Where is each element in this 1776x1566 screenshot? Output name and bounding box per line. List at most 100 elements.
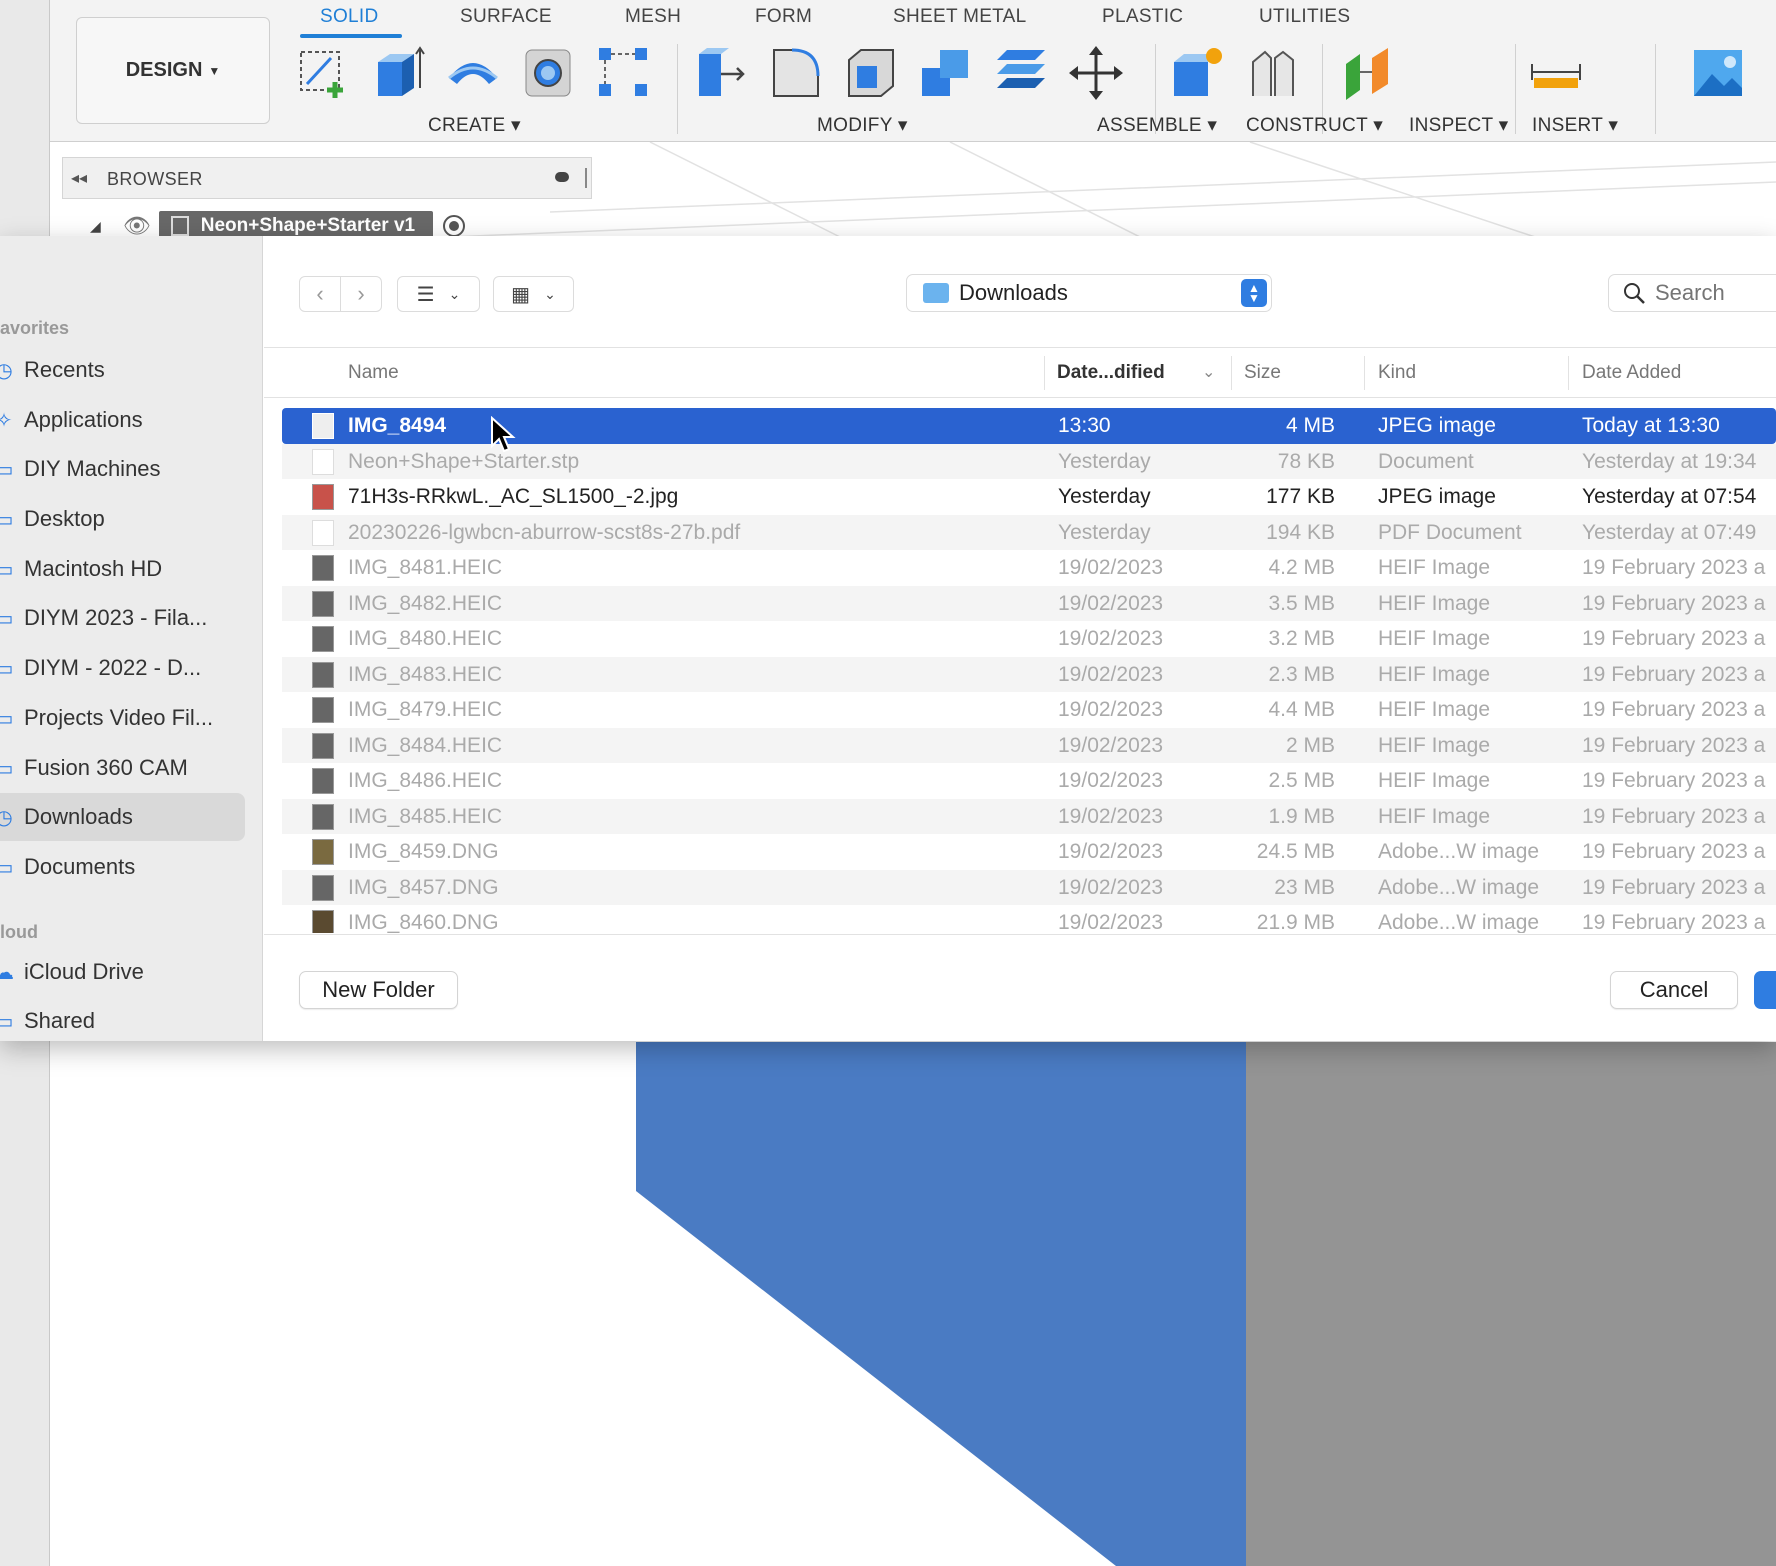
sidebar-item-diym-2022[interactable]: ▭ DIYM - 2022 - D...	[0, 644, 245, 692]
list-view-button[interactable]: ☰ ⌄	[397, 276, 480, 312]
location-popup[interactable]: Downloads ▲ ▼	[906, 274, 1272, 312]
modify-menu[interactable]: MODIFY ▾	[817, 114, 908, 137]
cancel-button[interactable]: Cancel	[1610, 971, 1738, 1009]
sidebar-item-diym-2023[interactable]: ▭ DIYM 2023 - Fila...	[0, 594, 245, 642]
move-icon[interactable]	[1068, 44, 1124, 102]
sidebar-item-fusion-360-cam[interactable]: ▭ Fusion 360 CAM	[0, 744, 245, 792]
pattern-icon[interactable]	[595, 44, 651, 102]
sidebar-item-shared[interactable]: ▭ Shared	[0, 997, 245, 1041]
file-row[interactable]: 20230226-lgwbcn-aburrow-scst8s-27b.pdf Y…	[282, 514, 1776, 550]
open-button[interactable]	[1754, 971, 1776, 1009]
fillet-icon[interactable]	[768, 44, 824, 102]
offset-face-icon[interactable]	[993, 44, 1049, 102]
sidebar-item-downloads[interactable]: ◷ Downloads	[0, 793, 245, 841]
joint-icon[interactable]	[1245, 44, 1301, 102]
combine-icon[interactable]	[918, 44, 974, 102]
revolve-icon[interactable]	[445, 44, 501, 102]
insert-image-icon[interactable]	[1690, 44, 1746, 102]
file-name: IMG_8486.HEIC	[348, 769, 503, 792]
downloads-icon: ◷	[0, 805, 16, 830]
shared-folder-icon: ▭	[0, 1009, 16, 1034]
file-row[interactable]: IMG_8480.HEIC 19/02/2023 3.2 MB HEIF Ima…	[282, 621, 1776, 657]
file-list-header: Name Date...dified ⌄ Size Kind Date Adde…	[264, 348, 1776, 398]
expand-triangle-icon[interactable]: ◢	[90, 218, 101, 235]
sidebar-item-diy-machines[interactable]: ▭ DIY Machines	[0, 445, 245, 493]
file-list[interactable]: IMG_8494 13:30 4 MB JPEG image Today at …	[282, 408, 1776, 933]
file-date-added: 19 February 2023 a	[1582, 698, 1766, 721]
hole-icon[interactable]	[520, 44, 576, 102]
design-workspace-button[interactable]: DESIGN ▼	[76, 17, 270, 124]
file-date: 19/02/2023	[1058, 627, 1164, 650]
file-date-added: Yesterday at 07:54	[1582, 485, 1757, 508]
file-date-added: 19 February 2023 a	[1582, 769, 1766, 792]
file-size: 194 KB	[1266, 520, 1335, 544]
file-name: IMG_8485.HEIC	[348, 804, 503, 828]
search-field[interactable]	[1608, 274, 1776, 312]
file-row[interactable]: IMG_8457.DNG 19/02/2023 23 MB Adobe...W …	[282, 869, 1776, 905]
new-component-icon[interactable]	[1170, 44, 1226, 102]
file-row[interactable]: IMG_8459.DNG 19/02/2023 24.5 MB Adobe...…	[282, 834, 1776, 870]
file-kind: HEIF Image	[1378, 556, 1491, 579]
tab-solid[interactable]: SOLID	[320, 6, 379, 28]
column-kind[interactable]: Kind	[1378, 362, 1416, 384]
column-size[interactable]: Size	[1244, 362, 1281, 384]
file-name: IMG_8494	[348, 414, 447, 437]
file-row[interactable]: IMG_8482.HEIC 19/02/2023 3.5 MB HEIF Ima…	[282, 585, 1776, 621]
tab-sheet-metal[interactable]: SHEET METAL	[893, 6, 1027, 28]
forward-button[interactable]: ›	[340, 276, 382, 312]
inspect-menu[interactable]: INSPECT ▾	[1409, 114, 1509, 137]
search-input[interactable]	[1655, 280, 1776, 306]
tab-mesh[interactable]: MESH	[625, 6, 681, 28]
new-folder-button[interactable]: New Folder	[299, 971, 458, 1009]
file-row[interactable]: IMG_8484.HEIC 19/02/2023 2 MB HEIF Image…	[282, 727, 1776, 763]
measure-icon[interactable]	[1528, 44, 1584, 102]
sidebar-item-icloud-drive[interactable]: ☁ iCloud Drive	[0, 948, 245, 996]
extrude-icon[interactable]	[370, 44, 426, 102]
file-row[interactable]: 71H3s-RRkwL._AC_SL1500_-2.jpg Yesterday …	[282, 479, 1776, 515]
sidebar-item-macintosh-hd[interactable]: ▭ Macintosh HD	[0, 545, 245, 593]
column-date-modified[interactable]: Date...dified	[1057, 362, 1165, 384]
sidebar-item-recents[interactable]: ◷ Recents	[0, 346, 245, 394]
tab-utilities[interactable]: UTILITIES	[1259, 6, 1350, 28]
chevron-down-icon: ▼	[208, 63, 221, 78]
document-name: Neon+Shape+Starter v1	[200, 215, 416, 236]
activate-radio-icon[interactable]	[443, 215, 466, 237]
file-row[interactable]: IMG_8486.HEIC 19/02/2023 2.5 MB HEIF Ima…	[282, 763, 1776, 799]
sidebar-item-desktop[interactable]: ▭ Desktop	[0, 495, 245, 543]
file-date: 19/02/2023	[1058, 733, 1164, 757]
column-divider	[1568, 356, 1569, 390]
column-name[interactable]: Name	[348, 362, 399, 384]
group-view-button[interactable]: ▦ ⌄	[493, 276, 574, 312]
assemble-menu[interactable]: ASSEMBLE ▾	[1097, 114, 1217, 137]
tab-plastic[interactable]: PLASTIC	[1102, 6, 1183, 28]
create-sketch-icon[interactable]	[295, 44, 351, 102]
file-row[interactable]: IMG_8483.HEIC 19/02/2023 2.3 MB HEIF Ima…	[282, 656, 1776, 692]
tab-form[interactable]: FORM	[755, 6, 812, 28]
file-row[interactable]: IMG_8479.HEIC 19/02/2023 4.4 MB HEIF Ima…	[282, 692, 1776, 728]
insert-menu[interactable]: INSERT ▾	[1532, 114, 1618, 137]
sidebar-item-documents[interactable]: ▭ Documents	[0, 843, 245, 891]
panel-resize-handle[interactable]	[585, 168, 587, 188]
file-date-added: 19 February 2023 a	[1582, 662, 1766, 686]
collapse-panel-icon[interactable]: ◂◂	[71, 168, 87, 188]
sidebar-item-projects-video[interactable]: ▭ Projects Video Fil...	[0, 694, 245, 742]
file-row[interactable]: IMG_8460.DNG 19/02/2023 21.9 MB Adobe...…	[282, 905, 1776, 933]
press-pull-icon[interactable]	[693, 44, 749, 102]
disk-icon: ▭	[0, 557, 16, 582]
file-row[interactable]: IMG_8485.HEIC 19/02/2023 1.9 MB HEIF Ima…	[282, 798, 1776, 834]
search-icon	[1624, 283, 1645, 304]
offset-plane-icon[interactable]	[1340, 44, 1396, 102]
clock-icon: ◷	[0, 358, 16, 383]
file-row[interactable]: IMG_8481.HEIC 19/02/2023 4.2 MB HEIF Ima…	[282, 550, 1776, 586]
back-button[interactable]: ‹	[299, 276, 341, 312]
chevron-left-icon: ‹	[316, 281, 324, 306]
construct-menu[interactable]: CONSTRUCT ▾	[1246, 114, 1383, 137]
file-kind: PDF Document	[1378, 520, 1522, 544]
sidebar-item-applications[interactable]: ✧ Applications	[0, 396, 245, 444]
column-date-added[interactable]: Date Added	[1582, 362, 1681, 384]
pin-icon[interactable]	[555, 172, 569, 182]
tab-surface[interactable]: SURFACE	[460, 6, 552, 28]
create-menu[interactable]: CREATE ▾	[428, 114, 521, 137]
shell-icon[interactable]	[843, 44, 899, 102]
file-kind: JPEG image	[1378, 414, 1496, 437]
